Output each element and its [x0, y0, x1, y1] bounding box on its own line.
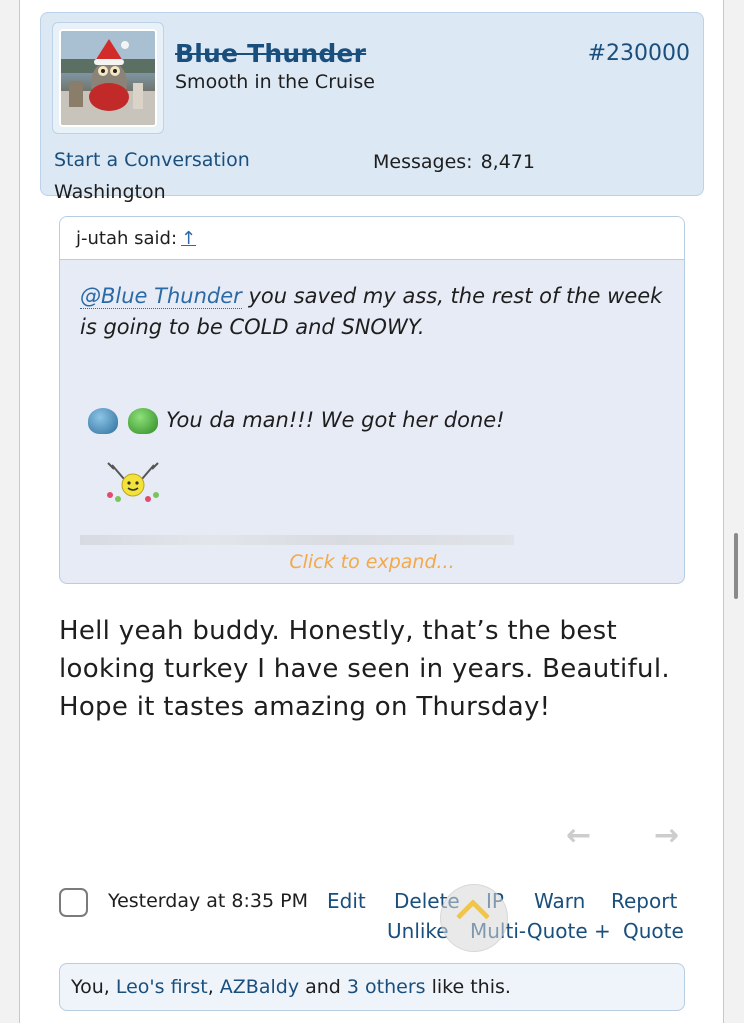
quote-text: @Blue Thunder you saved my ass, the rest…	[80, 281, 670, 343]
quote-fade-preview	[80, 535, 514, 545]
likes-and: and	[305, 976, 341, 998]
avatar-frame[interactable]	[52, 22, 164, 134]
quote-block: j-utah said: ↑ @Blue Thunder you saved my…	[59, 216, 685, 584]
chevron-up-icon	[456, 899, 490, 933]
like-user-link[interactable]: AZBaldy	[220, 976, 299, 998]
jump-to-quote-icon[interactable]: ↑	[181, 228, 196, 249]
avatar-image	[61, 31, 155, 125]
smilies-text: You da man!!! We got her done!	[166, 408, 505, 432]
likes-others-link[interactable]: 3 others	[347, 976, 426, 998]
likes-summary: You, Leo's first, AZBaldy and 3 others l…	[59, 963, 685, 1011]
warn-link[interactable]: Warn	[534, 889, 585, 913]
messages-label: Messages:	[373, 151, 473, 173]
avatar[interactable]	[59, 29, 157, 127]
user-mention-link[interactable]: @Blue Thunder	[80, 284, 242, 309]
start-conversation-link[interactable]: Start a Conversation	[54, 149, 250, 171]
likes-prefix: You,	[71, 976, 110, 998]
user-title: Smooth in the Cruise	[175, 71, 375, 93]
blue-smiley-icon	[86, 404, 122, 436]
click-to-expand-link[interactable]: Click to expand...	[60, 551, 684, 573]
post-message-text: Hell yeah buddy. Honestly, that’s the be…	[59, 616, 670, 722]
quote-link[interactable]: Quote	[623, 919, 684, 943]
quote-author: j-utah said:	[76, 228, 178, 249]
report-link[interactable]: Report	[611, 889, 677, 913]
messages-value: 8,471	[480, 151, 535, 173]
post-timestamp[interactable]: Yesterday at 8:35 PM	[108, 890, 308, 912]
quote-header: j-utah said: ↑	[60, 217, 684, 260]
scrollbar-thumb[interactable]	[734, 533, 738, 599]
like-user-link[interactable]: Leo's first	[116, 976, 208, 998]
edit-link[interactable]: Edit	[327, 889, 366, 913]
arrow-right-icon[interactable]: →	[654, 818, 679, 853]
cheering-smiley-icon	[107, 462, 159, 502]
post-number-link[interactable]: #230000	[588, 41, 690, 66]
post-user-card: Blue Thunder Smooth in the Cruise #23000…	[40, 12, 704, 203]
likes-separator: ,	[207, 976, 214, 998]
green-smiley-icon	[126, 404, 162, 436]
username-link[interactable]: Blue Thunder	[175, 39, 366, 68]
user-location: Washington	[54, 181, 166, 203]
likes-suffix: like this.	[431, 976, 511, 998]
scroll-to-top-button[interactable]	[440, 884, 508, 952]
select-post-checkbox[interactable]	[59, 888, 88, 917]
arrow-left-icon[interactable]: ←	[566, 818, 591, 853]
messages-count: Messages: 8,471	[373, 151, 535, 173]
smilies-line: You da man!!! We got her done!	[86, 403, 505, 437]
